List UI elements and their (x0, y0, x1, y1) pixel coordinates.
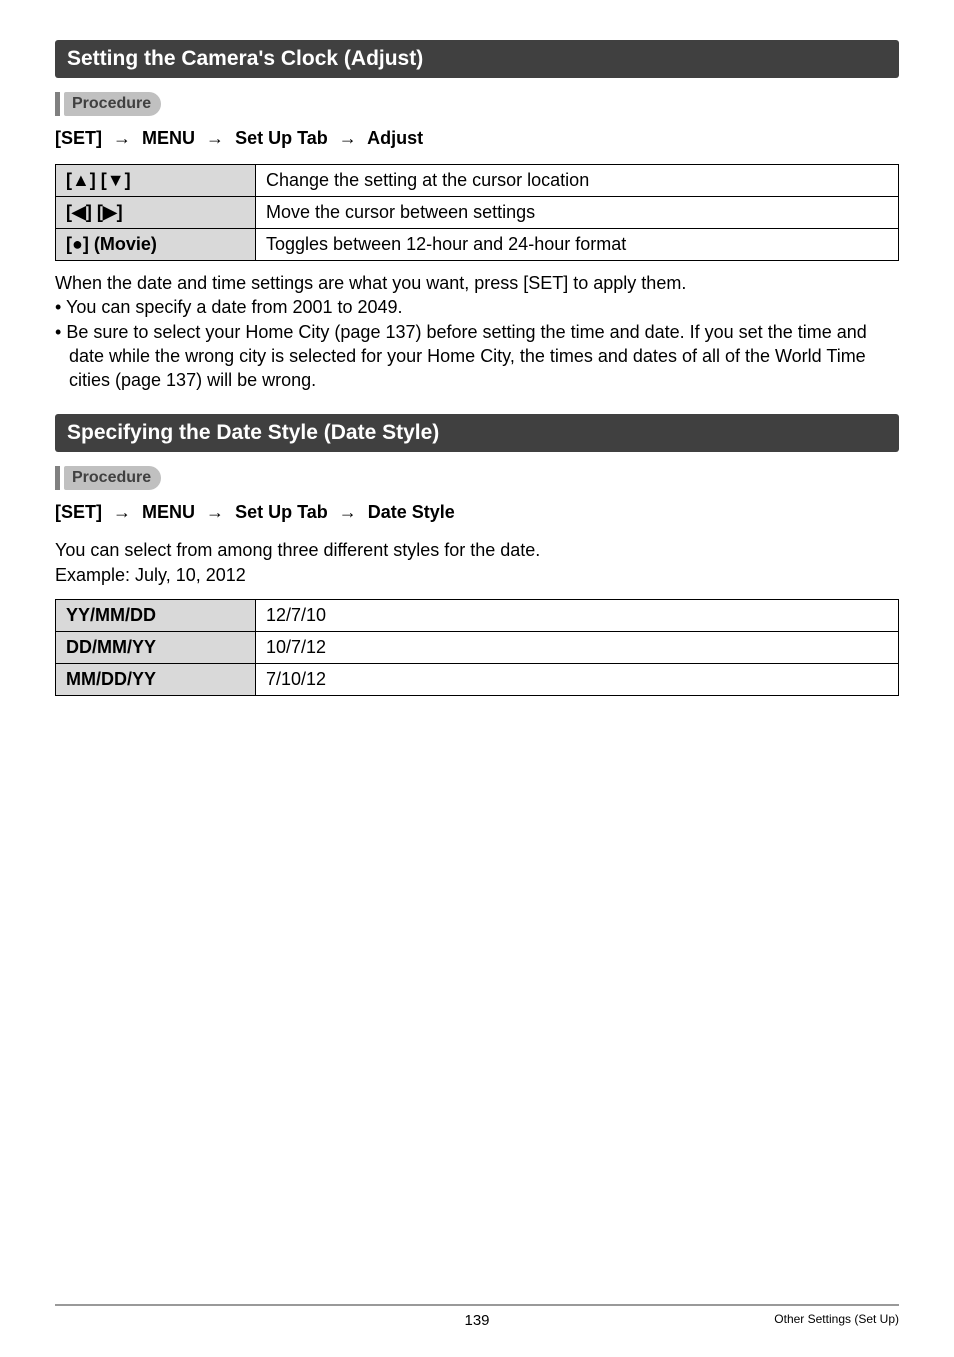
table-row: [◀] [▶] Move the cursor between settings (56, 197, 899, 229)
cell-example: 12/7/10 (256, 600, 899, 632)
path-seg-setup: Set Up Tab (235, 128, 328, 148)
cell-desc: Toggles between 12-hour and 24-hour form… (256, 229, 899, 261)
cell-example: 10/7/12 (256, 632, 899, 664)
cell-format: MM/DD/YY (56, 664, 256, 696)
cell-desc: Move the cursor between settings (256, 197, 899, 229)
cell-format: DD/MM/YY (56, 632, 256, 664)
page-number: 139 (55, 1312, 899, 1329)
table-row: MM/DD/YY 7/10/12 (56, 664, 899, 696)
cell-format: YY/MM/DD (56, 600, 256, 632)
desc-line: You can select from among three differen… (55, 538, 899, 562)
table-row: [▲] [▼] Change the setting at the cursor… (56, 165, 899, 197)
path-seg-set: [SET] (55, 502, 102, 522)
path-seg-set: [SET] (55, 128, 102, 148)
arrow-icon: → (206, 502, 224, 523)
procedure-bar-icon (55, 466, 60, 490)
adjust-description: When the date and time settings are what… (55, 271, 899, 392)
cell-desc: Change the setting at the cursor locatio… (256, 165, 899, 197)
arrow-icon: → (339, 128, 357, 149)
menu-path-adjust: [SET] → MENU → Set Up Tab → Adjust (55, 128, 899, 149)
cell-keys: [◀] [▶] (56, 197, 256, 229)
cell-example: 7/10/12 (256, 664, 899, 696)
menu-path-datestyle: [SET] → MENU → Set Up Tab → Date Style (55, 502, 899, 523)
datestyle-description: You can select from among three differen… (55, 538, 899, 587)
section-title-datestyle: Specifying the Date Style (Date Style) (55, 414, 899, 452)
cell-keys: [●] (Movie) (56, 229, 256, 261)
procedure-bar-icon (55, 92, 60, 116)
path-seg-adjust: Adjust (367, 128, 423, 148)
table-row: DD/MM/YY 10/7/12 (56, 632, 899, 664)
arrow-icon: → (113, 502, 131, 523)
path-seg-setup: Set Up Tab (235, 502, 328, 522)
after-text: When the date and time settings are what… (55, 271, 899, 295)
bullet-item: Be sure to select your Home City (page 1… (55, 320, 899, 393)
footer-divider (55, 1304, 899, 1306)
footer-section-label: Other Settings (Set Up) (774, 1312, 899, 1326)
arrow-icon: → (113, 128, 131, 149)
adjust-controls-table: [▲] [▼] Change the setting at the cursor… (55, 164, 899, 261)
table-row: [●] (Movie) Toggles between 12-hour and … (56, 229, 899, 261)
procedure-tag-1: Procedure (55, 92, 899, 116)
table-row: YY/MM/DD 12/7/10 (56, 600, 899, 632)
page-footer: 139 Other Settings (Set Up) (55, 1304, 899, 1329)
datestyle-table: YY/MM/DD 12/7/10 DD/MM/YY 10/7/12 MM/DD/… (55, 599, 899, 696)
procedure-label: Procedure (64, 92, 161, 116)
path-seg-menu: MENU (142, 502, 195, 522)
arrow-icon: → (206, 128, 224, 149)
bullet-item: You can specify a date from 2001 to 2049… (55, 295, 899, 319)
procedure-label: Procedure (64, 466, 161, 490)
cell-keys: [▲] [▼] (56, 165, 256, 197)
section-title-clock: Setting the Camera's Clock (Adjust) (55, 40, 899, 78)
path-seg-datestyle: Date Style (368, 502, 455, 522)
arrow-icon: → (339, 502, 357, 523)
procedure-tag-2: Procedure (55, 466, 899, 490)
path-seg-menu: MENU (142, 128, 195, 148)
desc-example: Example: July, 10, 2012 (55, 563, 899, 587)
